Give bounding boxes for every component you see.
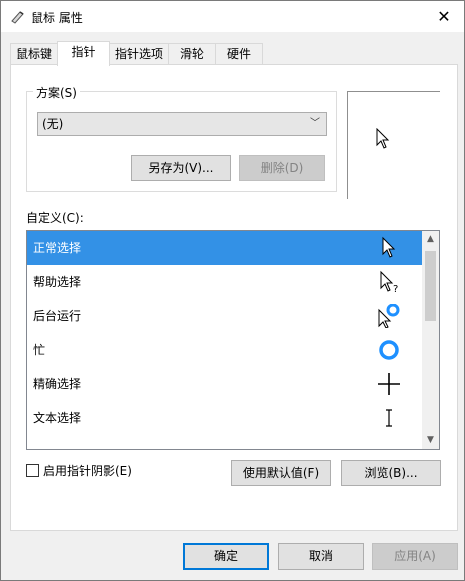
scheme-dropdown[interactable]: (无) ﹀ [37,112,327,136]
list-item[interactable]: 精确选择 [27,367,423,401]
tab-pointer-options[interactable]: 指针选项 [109,43,169,65]
delete-button[interactable]: 删除(D) [239,155,325,181]
apply-button[interactable]: 应用(A) [372,543,458,570]
list-item[interactable]: 帮助选择 ? [27,265,423,299]
shadow-checkbox[interactable]: 启用指针阴影(E) [26,462,132,479]
chevron-down-icon: ﹀ [310,118,320,129]
svg-text:?: ? [393,284,398,294]
arrow-cursor-icon [376,128,390,149]
list-item[interactable]: 后台运行 [27,299,423,333]
arrow-cursor-icon [382,236,396,258]
customize-label: 自定义(C): [26,211,84,225]
list-item-label: 忙 [33,343,46,357]
busy-cursor-icon [379,340,399,360]
list-item-label: 帮助选择 [33,275,82,289]
cursor-list-rows: 正常选择 帮助选择 ? 后台运行 忙 精确选择 文本选择 [27,231,423,450]
use-default-button[interactable]: 使用默认值(F) [231,460,331,486]
checkbox-box[interactable] [26,464,39,477]
list-item-label: 精确选择 [33,377,82,391]
browse-button[interactable]: 浏览(B)... [341,460,441,486]
mouse-icon [11,11,24,24]
working-cursor-icon [378,304,400,328]
cursor-list[interactable]: 正常选择 帮助选择 ? 后台运行 忙 精确选择 文本选择 ▲ ▼ [26,230,440,450]
window-title: 鼠标 属性 [31,11,83,25]
title-bar: 鼠标 属性 ✕ [1,1,464,32]
mouse-properties-window: 鼠标 属性 ✕ 鼠标键 指针 指针选项 滑轮 硬件 方案(S) (无) ﹀ 另存… [0,0,465,581]
help-cursor-icon: ? [380,270,398,294]
list-item-label: 正常选择 [33,241,82,255]
tab-pointers[interactable]: 指针 [57,41,110,66]
shadow-checkbox-label: 启用指针阴影(E) [43,464,132,478]
close-button[interactable]: ✕ [424,1,464,32]
pointers-panel: 方案(S) (无) ﹀ 另存为(V)... 删除(D) 自定义(C): 正常选择 [10,64,458,531]
scheme-group: 方案(S) (无) ﹀ 另存为(V)... 删除(D) [26,84,337,192]
list-item[interactable]: 忙 [27,333,423,367]
tab-wheel[interactable]: 滑轮 [168,43,216,65]
list-item[interactable] [27,435,423,450]
close-icon: ✕ [437,7,451,26]
scheme-selected-value: (无) [42,117,64,131]
scroll-thumb[interactable] [425,251,436,321]
list-item-label: 文本选择 [33,411,82,425]
save-as-button[interactable]: 另存为(V)... [131,155,231,181]
ok-button[interactable]: 确定 [183,543,269,570]
list-item[interactable]: 文本选择 [27,401,423,435]
scroll-down-icon[interactable]: ▼ [422,432,439,449]
scroll-up-icon[interactable]: ▲ [422,231,439,248]
list-item[interactable]: 正常选择 [27,231,423,265]
text-cursor-icon [386,409,392,427]
cancel-button[interactable]: 取消 [278,543,364,570]
handwriting-cursor-icon [377,440,401,450]
cursor-preview [347,91,440,199]
list-item-label: 后台运行 [33,309,82,323]
cursor-list-scrollbar[interactable]: ▲ ▼ [422,231,439,449]
crosshair-cursor-icon [378,373,400,395]
tab-hardware[interactable]: 硬件 [215,43,263,65]
tab-buttons[interactable]: 鼠标键 [10,43,58,65]
scheme-label: 方案(S) [33,84,80,101]
